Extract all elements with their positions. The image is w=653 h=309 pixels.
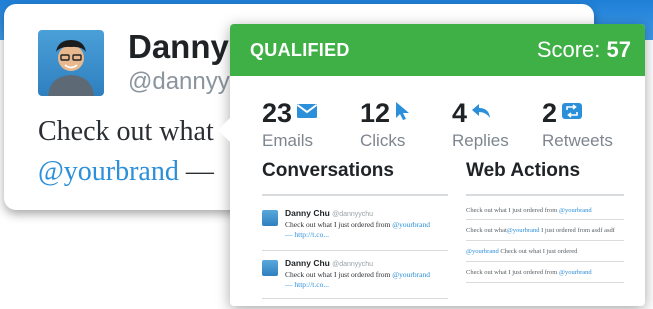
conversation-handle: @dannyychu	[332, 261, 374, 268]
web-action-text-tail: I just ordered from asdf asdf	[539, 227, 615, 234]
conversation-link[interactable]: — http://t.co...	[285, 230, 455, 240]
tweet-author-handle[interactable]: @dannyyc	[128, 68, 242, 96]
conversations-divider	[262, 194, 448, 196]
clicks-count: 12	[360, 98, 391, 128]
web-action-text: Check out what I just ordered from	[466, 207, 559, 214]
user-avatar[interactable]	[38, 30, 104, 96]
stat-emails[interactable]: 23 Emails	[262, 98, 318, 151]
qualified-status: QUALIFIED	[250, 40, 350, 60]
conversation-avatar	[262, 260, 278, 276]
conversation-separator	[262, 298, 448, 299]
conversation-author: Danny Chu	[285, 208, 330, 218]
web-action-item[interactable]: Check out what I just ordered from @your…	[466, 269, 626, 276]
web-action-item[interactable]: Check out what I just ordered from @your…	[466, 207, 626, 214]
stat-replies[interactable]: 4 Replies	[452, 98, 509, 151]
web-action-mention[interactable]: @yourbrand	[507, 227, 540, 234]
retweet-icon	[561, 102, 583, 125]
engagement-stats: 23 Emails 12 Clicks 4 Replies 2 Retweets	[230, 98, 645, 158]
tweet-text: Check out what @yourbrand —	[38, 112, 214, 192]
replies-label: Replies	[452, 131, 509, 150]
cursor-icon	[394, 101, 410, 126]
conversation-mention[interactable]: @yourbrand	[392, 270, 430, 279]
web-action-separator	[466, 219, 624, 220]
retweets-count: 2	[542, 98, 558, 128]
conversation-link[interactable]: — http://t.co...	[285, 280, 455, 290]
emails-count: 23	[262, 98, 293, 128]
web-action-separator	[466, 282, 624, 283]
score-display: Score: 57	[537, 37, 631, 63]
tweet-mention-link[interactable]: @yourbrand	[38, 156, 179, 187]
conversation-avatar	[262, 210, 278, 226]
stat-retweets[interactable]: 2 Retweets	[542, 98, 613, 151]
web-action-mention[interactable]: @yourbrand	[466, 248, 499, 255]
lead-score-popup: QUALIFIED Score: 57 23 Emails 12 Clicks …	[218, 24, 645, 306]
conversations-heading: Conversations	[262, 160, 394, 181]
web-action-mention[interactable]: @yourbrand	[559, 207, 592, 214]
web-action-separator	[466, 240, 624, 241]
conversation-author: Danny Chu	[285, 258, 330, 268]
conversation-handle: @dannyychu	[332, 211, 374, 218]
clicks-label: Clicks	[360, 131, 406, 150]
web-action-item[interactable]: Check out what@yourbrand I just ordered …	[466, 227, 626, 234]
conversation-text: Check out what I just ordered from	[285, 220, 393, 229]
conversation-text: Check out what I just ordered from	[285, 270, 393, 279]
tweet-text-line-1: Check out what	[38, 116, 214, 147]
web-actions-divider	[466, 194, 624, 196]
web-action-text-tail: Check out what I just ordered	[498, 248, 578, 255]
envelope-icon	[296, 103, 318, 124]
tweet-author-name[interactable]: Danny	[128, 28, 229, 66]
score-label: Score:	[536, 37, 607, 62]
web-action-separator	[466, 261, 624, 262]
popup-header: QUALIFIED Score: 57	[230, 24, 645, 76]
tweet-text-tail: —	[178, 156, 214, 187]
stat-clicks[interactable]: 12 Clicks	[360, 98, 410, 151]
web-action-mention[interactable]: @yourbrand	[559, 269, 592, 276]
replies-count: 4	[452, 98, 468, 128]
conversation-separator	[262, 250, 448, 251]
emails-label: Emails	[262, 131, 314, 150]
reply-icon	[471, 103, 491, 124]
conversation-mention[interactable]: @yourbrand	[392, 220, 430, 229]
score-value: 57	[606, 37, 631, 62]
web-action-text: Check out what	[466, 227, 507, 234]
web-actions-heading: Web Actions	[466, 160, 581, 181]
web-action-text: Check out what I just ordered from	[466, 269, 559, 276]
retweets-label: Retweets	[542, 131, 613, 150]
web-action-item[interactable]: @yourbrand Check out what I just ordered	[466, 248, 626, 255]
